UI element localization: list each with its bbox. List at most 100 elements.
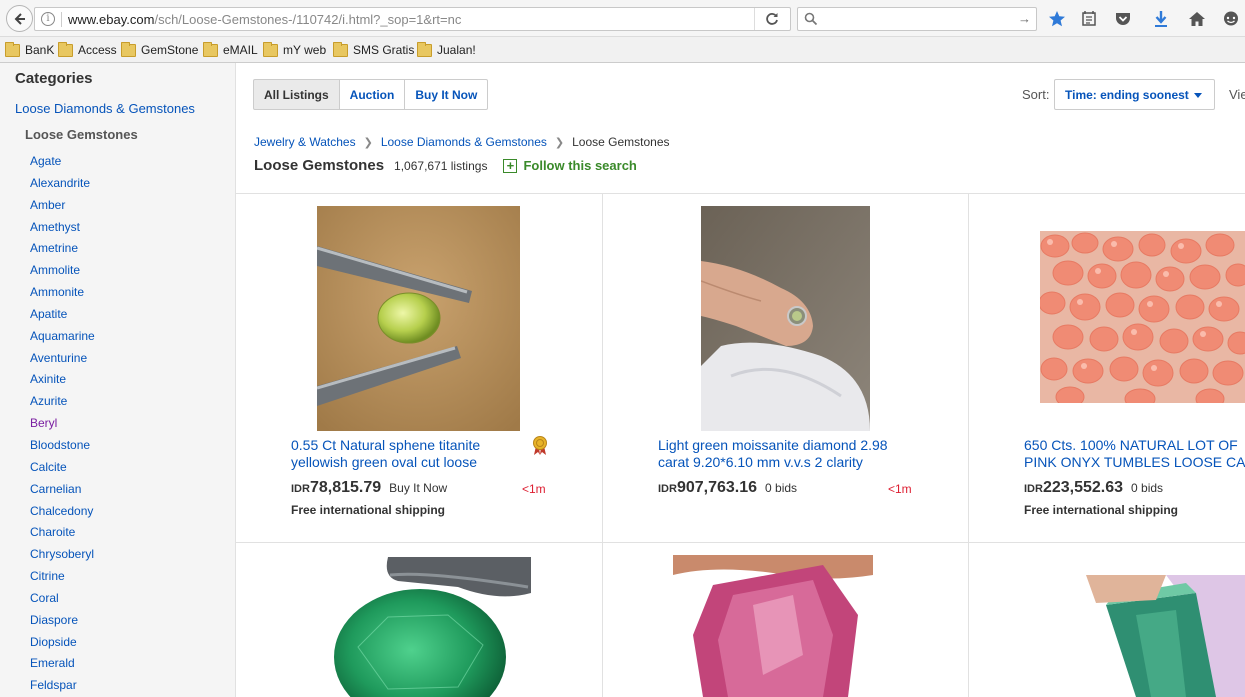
bookmark-folder-gemstone[interactable]: GemStone — [121, 41, 199, 58]
follow-search-label: Follow this search — [523, 158, 637, 173]
subcategory-list: Agate Alexandrite Amber Amethyst Ametrin… — [30, 152, 95, 697]
tab-auction[interactable]: Auction — [338, 79, 406, 110]
subcategory-link[interactable]: Agate — [30, 152, 95, 174]
time-left: <1m — [888, 482, 912, 496]
listing-image-emerald-oval[interactable] — [328, 557, 531, 697]
shipping-info: Free international shipping — [291, 503, 446, 517]
tab-buy-it-now[interactable]: Buy It Now — [404, 79, 489, 110]
subcategory-link[interactable]: Aventurine — [30, 349, 95, 371]
listing-image-sphene[interactable] — [317, 206, 520, 431]
subcategory-link[interactable]: Amber — [30, 196, 95, 218]
categories-heading: Categories — [15, 70, 93, 87]
url-separator — [61, 12, 62, 27]
listing-title-line[interactable]: carat 9.20*6.10 mm v.v.s 2 clarity — [658, 454, 918, 471]
bookmark-folder-my-web[interactable]: mY web — [263, 41, 326, 58]
listing-title-line[interactable]: PINK ONYX TUMBLES LOOSE CAB — [1024, 454, 1245, 471]
listing-image-moissanite[interactable] — [701, 206, 870, 431]
subcategory-link[interactable]: Emerald — [30, 654, 95, 676]
pocket-icon[interactable] — [1114, 10, 1132, 28]
subcategory-link[interactable]: Ametrine — [30, 239, 95, 261]
bookmark-folder-jualan[interactable]: Jualan! — [417, 41, 476, 58]
subcategory-link[interactable]: Charoite — [30, 523, 95, 545]
listing-price: IDR 78,815.79 Buy It Now — [291, 479, 447, 497]
subcategory-link[interactable]: Diopside — [30, 633, 95, 655]
results-header: Loose Gemstones 1,067,671 listings + Fol… — [254, 157, 637, 174]
subcategory-link[interactable]: Feldspar — [30, 676, 95, 697]
search-icon — [804, 12, 818, 26]
bookmark-label: Jualan! — [437, 43, 476, 57]
download-icon[interactable] — [1152, 10, 1170, 28]
folder-icon — [121, 41, 136, 57]
bookmark-label: eMAIL — [223, 43, 258, 57]
bookmark-folder-bank[interactable]: BanK — [5, 41, 54, 58]
subcategory-link[interactable]: Diaspore — [30, 611, 95, 633]
listing-format: 0 bids — [1131, 481, 1164, 495]
breadcrumb-current: Loose Gemstones — [572, 135, 670, 149]
url-right-separator — [754, 8, 755, 30]
subcategory-link[interactable]: Ammonite — [30, 283, 95, 305]
folder-icon — [263, 41, 278, 57]
subcategory-link[interactable]: Alexandrite — [30, 174, 95, 196]
folder-icon — [417, 41, 432, 57]
listing-title-line[interactable]: Light green moissanite diamond 2.98 — [658, 437, 918, 454]
listing-image-emerald-crystal[interactable] — [1046, 575, 1245, 697]
subcategory-link[interactable]: Coral — [30, 589, 95, 611]
back-button[interactable] — [6, 5, 33, 32]
breadcrumb-link-loose-diamonds[interactable]: Loose Diamonds & Gemstones — [381, 135, 547, 149]
subcategory-link[interactable]: Azurite — [30, 392, 95, 414]
subcategory-link[interactable]: Axinite — [30, 370, 95, 392]
subcategory-link[interactable]: Citrine — [30, 567, 95, 589]
bookmark-folder-email[interactable]: eMAIL — [203, 41, 258, 58]
browser-search-input[interactable]: → — [797, 7, 1037, 31]
subcategory-link[interactable]: Amethyst — [30, 218, 95, 240]
price-currency: IDR — [291, 483, 310, 495]
subcategory-link[interactable]: Calcite — [30, 458, 95, 480]
listing-image-pink-onyx[interactable] — [1040, 231, 1245, 403]
bookmark-label: GemStone — [141, 43, 199, 57]
listing-price: IDR 907,763.16 0 bids — [658, 479, 797, 497]
sort-value: Time: ending soonest — [1065, 87, 1189, 102]
sort-dropdown[interactable]: Time: ending soonest — [1054, 79, 1215, 110]
subcategory-link[interactable]: Chalcedony — [30, 502, 95, 524]
reading-list-icon[interactable] — [1080, 10, 1098, 28]
browser-toolbar: i www.ebay.com/sch/Loose-Gemstones-/1107… — [0, 0, 1245, 37]
bookmark-folder-sms-gratis[interactable]: SMS Gratis — [333, 41, 414, 58]
home-icon[interactable] — [1188, 10, 1206, 28]
listing-title-line[interactable]: yellowish green oval cut loose — [291, 454, 521, 471]
subcategory-link[interactable]: Bloodstone — [30, 436, 95, 458]
listing-title-line[interactable]: 0.55 Ct Natural sphene titanite — [291, 437, 521, 454]
follow-search-button[interactable]: + Follow this search — [503, 158, 637, 173]
subcategory-link[interactable]: Ammolite — [30, 261, 95, 283]
breadcrumb-link-jewelry-watches[interactable]: Jewelry & Watches — [254, 135, 356, 149]
bookmark-folder-access[interactable]: Access — [58, 41, 117, 58]
subcategory-link[interactable]: Carnelian — [30, 480, 95, 502]
reload-icon[interactable] — [764, 11, 780, 27]
listing-image-pink-tourmaline[interactable] — [673, 555, 873, 697]
listing-format: 0 bids — [765, 481, 798, 495]
plus-icon: + — [503, 158, 518, 173]
view-label: View: — [1229, 87, 1245, 102]
sort-label: Sort: — [1022, 87, 1050, 102]
url-bar[interactable]: i www.ebay.com/sch/Loose-Gemstones-/1107… — [34, 7, 791, 31]
listing-count: 1,067,671 listings — [394, 158, 488, 173]
chevron-down-icon — [1194, 93, 1202, 98]
info-icon[interactable]: i — [41, 12, 55, 26]
subcategory-link[interactable]: Aquamarine — [30, 327, 95, 349]
chat-icon[interactable] — [1222, 10, 1240, 28]
price-currency: IDR — [1024, 483, 1043, 495]
price-amount: 78,815.79 — [309, 479, 382, 496]
category-parent-link[interactable]: Loose Diamonds & Gemstones — [15, 101, 195, 116]
row-divider — [236, 542, 1245, 543]
category-sidebar: Categories Loose Diamonds & Gemstones Lo… — [0, 63, 236, 697]
bookmark-star-icon[interactable] — [1048, 10, 1066, 28]
tab-all-listings[interactable]: All Listings — [253, 79, 340, 110]
search-go-arrow-icon[interactable]: → — [1018, 11, 1031, 26]
url-text[interactable]: www.ebay.com/sch/Loose-Gemstones-/110742… — [68, 12, 461, 27]
subcategory-link[interactable]: Chrysoberyl — [30, 545, 95, 567]
column-divider — [968, 193, 969, 697]
bookmarks-bar: BanK Access GemStone eMAIL mY web SMS Gr… — [0, 37, 1245, 63]
listing-title-line[interactable]: 650 Cts. 100% NATURAL LOT OF — [1024, 437, 1245, 454]
subcategory-link[interactable]: Apatite — [30, 305, 95, 327]
back-arrow-icon — [14, 12, 25, 25]
subcategory-link-visited[interactable]: Beryl — [30, 414, 95, 436]
